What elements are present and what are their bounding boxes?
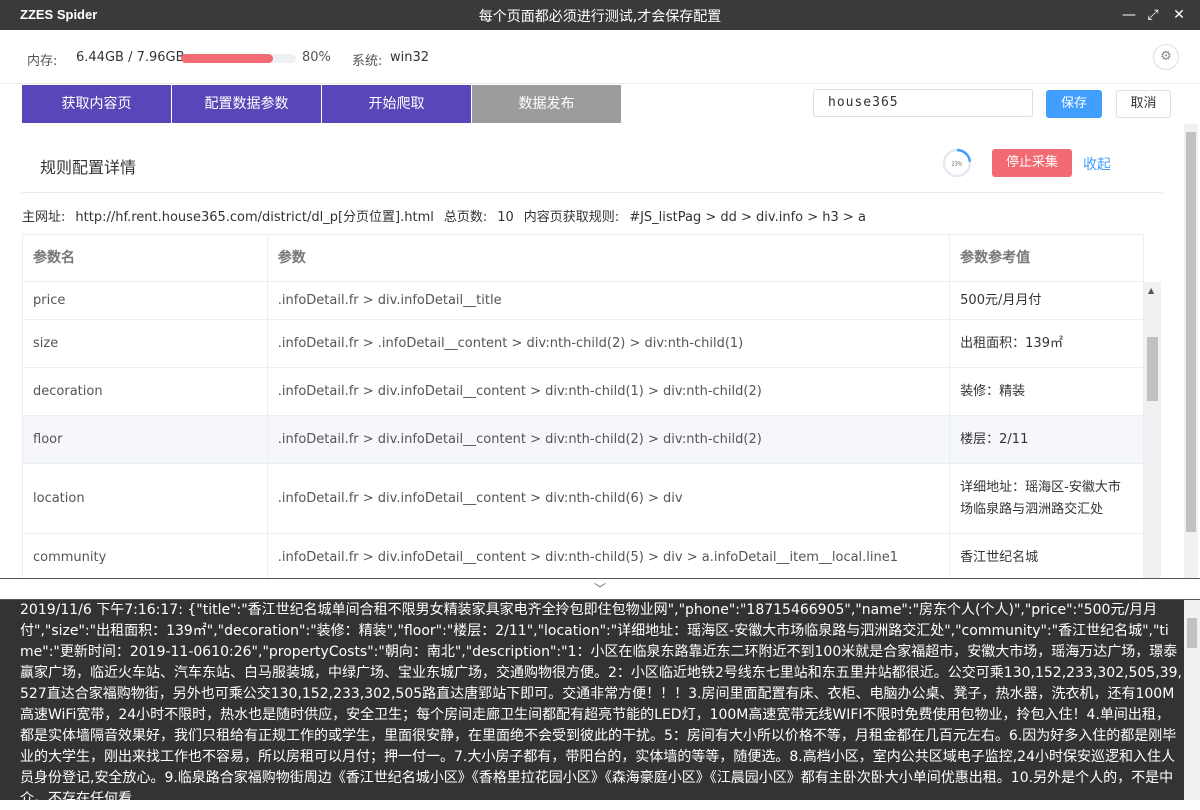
memory-value: 6.44GB / 7.96GB (76, 50, 185, 65)
table-scrollbar-thumb[interactable] (1147, 337, 1158, 401)
window-title: 每个页面都必须进行测试,才会保存配置 (478, 9, 722, 25)
url-value: http://hf.rent.house365.com/district/dl_… (75, 210, 434, 225)
tab-config-params[interactable]: 配置数据参数 (172, 85, 321, 123)
memory-progress-bar (181, 54, 296, 63)
row-selector: .infoDetail.fr > .infoDetail__content > … (268, 320, 951, 367)
row-value: 楼层：2/11 (950, 416, 1144, 463)
log-scrollbar[interactable] (1184, 600, 1200, 800)
pages-label: 总页数: (443, 210, 488, 225)
minimize-icon[interactable]: — (1118, 4, 1140, 26)
row-name: community (23, 534, 268, 578)
table-scrollbar[interactable]: ▲ (1144, 282, 1161, 578)
rule-value: #JS_listPag > dd > div.info > h3 > a (629, 210, 866, 225)
row-name: size (23, 320, 268, 367)
pages-value: 10 (497, 210, 514, 225)
row-value: 出租面积：139㎡ (950, 320, 1144, 367)
row-name: decoration (23, 368, 268, 415)
section-title: 规则配置详情 (40, 158, 137, 177)
row-selector: .infoDetail.fr > div.infoDetail__content… (268, 416, 951, 463)
panel-scrollbar[interactable] (1184, 124, 1198, 578)
row-name: location (23, 464, 268, 533)
header-ref-value[interactable]: 参数参考值 (950, 235, 1144, 281)
memory-row: 内存: 6.44GB / 7.96GB 80% 系统: win32 ⚙ (0, 30, 1200, 84)
row-selector: .infoDetail.fr > div.infoDetail__content… (268, 464, 951, 533)
table-row[interactable]: location .infoDetail.fr > div.infoDetail… (23, 464, 1144, 534)
rule-label: 内容页获取规则: (523, 210, 620, 225)
log-scrollbar-thumb[interactable] (1187, 618, 1197, 648)
cancel-button[interactable]: 取消 (1116, 90, 1171, 118)
maximize-icon[interactable]: ⤢ (1142, 4, 1164, 26)
scroll-up-icon[interactable]: ▲ (1148, 286, 1154, 295)
header-param-name[interactable]: 参数名 (23, 235, 268, 281)
row-selector: .infoDetail.fr > div.infoDetail__content… (268, 534, 951, 578)
params-table: 参数名 参数 参数参考值 price .infoDetail.fr > div.… (22, 234, 1144, 578)
panel-scrollbar-thumb[interactable] (1186, 132, 1196, 532)
row-name: price (23, 282, 268, 319)
progress-label: 23% (951, 162, 962, 168)
row-value: 500元/月月付 (950, 282, 1144, 319)
divider (22, 192, 1162, 193)
memory-label: 内存: (27, 54, 58, 69)
row-value: 详细地址：瑶海区-安徽大市场临泉路与泗洲路交汇处 (950, 464, 1144, 533)
chevron-down-icon[interactable]: ﹀ (594, 582, 606, 596)
collapse-link[interactable]: 收起 (1083, 154, 1111, 174)
progress-spinner: 23% (942, 148, 972, 178)
tab-publish-data[interactable]: 数据发布 (472, 85, 621, 123)
system-value: win32 (390, 50, 430, 65)
table-header: 参数名 参数 参数参考值 (23, 234, 1144, 282)
row-selector: .infoDetail.fr > div.infoDetail__content… (268, 368, 951, 415)
memory-percent: 80% (302, 50, 331, 65)
tab-get-content[interactable]: 获取内容页 (22, 85, 171, 123)
save-button[interactable]: 保存 (1046, 90, 1102, 118)
table-row[interactable]: floor .infoDetail.fr > div.infoDetail__c… (23, 416, 1144, 464)
stop-collect-button[interactable]: 停止采集 (992, 149, 1072, 177)
row-value: 香江世纪名城 (950, 534, 1144, 578)
close-icon[interactable]: ✕ (1168, 4, 1190, 26)
header-param[interactable]: 参数 (268, 235, 951, 281)
title-bar: ZZES Spider 每个页面都必须进行测试,才会保存配置 — ⤢ ✕ (0, 0, 1200, 30)
config-name-input[interactable]: house365 (813, 89, 1033, 117)
gear-icon[interactable]: ⚙ (1153, 44, 1179, 70)
row-value: 装修：精装 (950, 368, 1144, 415)
url-label: 主网址: (22, 210, 66, 225)
panel-splitter[interactable]: ﹀ (0, 578, 1200, 600)
table-row[interactable]: price .infoDetail.fr > div.infoDetail__t… (23, 282, 1144, 320)
row-name: floor (23, 416, 268, 463)
system-label: 系统: (352, 54, 383, 69)
table-row[interactable]: decoration .infoDetail.fr > div.infoDeta… (23, 368, 1144, 416)
info-row: 主网址: http://hf.rent.house365.com/district… (22, 206, 876, 225)
table-row[interactable]: size .infoDetail.fr > .infoDetail__conte… (23, 320, 1144, 368)
log-console: 2019/11/6 下午7:16:17: {"title":"香江世纪名城单间合… (0, 600, 1200, 807)
memory-progress-fill (181, 54, 273, 63)
tab-start-crawl[interactable]: 开始爬取 (322, 85, 471, 123)
log-text: 2019/11/6 下午7:16:17: {"title":"香江世纪名城单间合… (20, 602, 1182, 807)
row-selector: .infoDetail.fr > div.infoDetail__title (268, 282, 951, 319)
table-row[interactable]: community .infoDetail.fr > div.infoDetai… (23, 534, 1144, 578)
